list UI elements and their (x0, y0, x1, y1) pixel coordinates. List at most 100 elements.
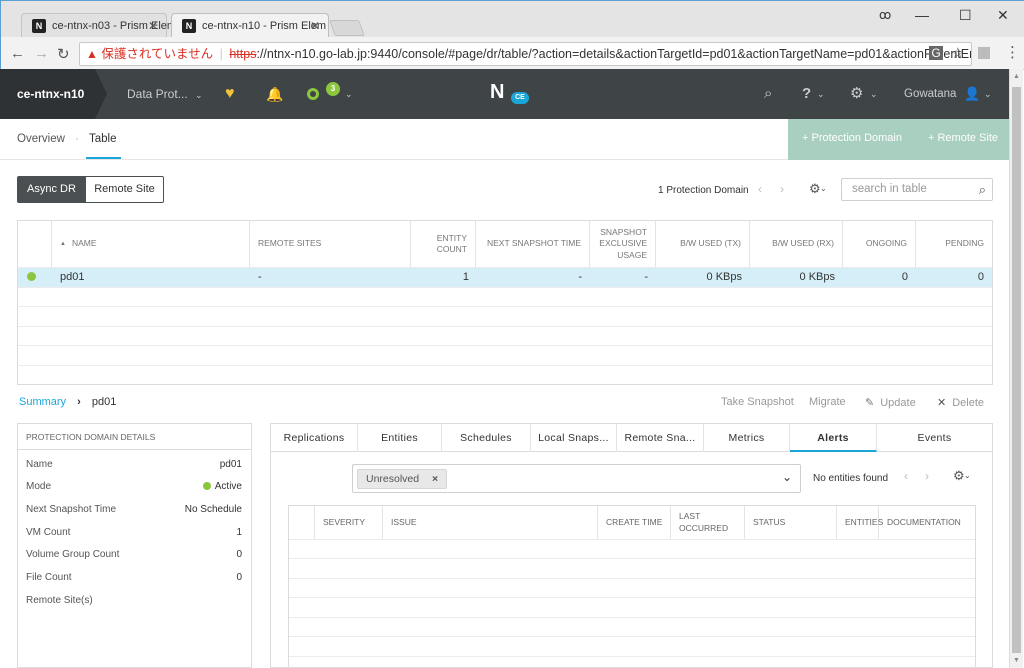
next-page-icon[interactable]: › (925, 469, 929, 483)
translate-icon[interactable]: G (929, 46, 943, 60)
alert-filter-select[interactable]: Unresolved × ⌄ (352, 464, 801, 493)
column-header-documentation[interactable]: DOCUMENTATION (879, 506, 975, 539)
next-page-icon[interactable]: › (780, 182, 784, 196)
security-warning[interactable]: 保護されていません (101, 47, 213, 61)
page-scrollbar[interactable]: ▲ ▼ (1009, 69, 1023, 668)
cell-name[interactable]: pd01 (60, 267, 84, 287)
detail-label: Remote Site(s) (26, 595, 93, 606)
column-header-create-time[interactable]: CREATE TIME (598, 506, 671, 539)
async-dr-toggle[interactable]: Async DR (17, 176, 86, 203)
tab-schedules[interactable]: Schedules (442, 424, 531, 452)
tab-remote-snapshots[interactable]: Remote Sna... (617, 424, 704, 452)
status-dot-icon (27, 272, 36, 281)
filter-chip[interactable]: Unresolved × (357, 469, 448, 489)
window-close-button[interactable]: ✕ (997, 7, 1009, 24)
nutanix-logo-icon[interactable]: N (490, 82, 504, 102)
delete-button[interactable]: ✕ Delete (937, 396, 984, 409)
cell-bw-tx: 0 KBps (706, 271, 742, 283)
main-menu-dropdown[interactable]: Data Prot... ⌄ (127, 69, 203, 120)
add-remote-site-button[interactable]: + Remote Site (928, 132, 998, 144)
browser-tab-n10[interactable]: N ce-ntnx-n10 - Prism Elem ✕ (171, 13, 329, 37)
user-avatar-icon[interactable]: 👤 (964, 69, 980, 119)
logo-badge: CE (511, 92, 529, 104)
forward-arrow-icon[interactable]: → (34, 45, 49, 62)
url-text: ://ntnx-n10.go-lab.jp:9440/console/#page… (256, 47, 972, 61)
column-header-exclusive-usage[interactable]: SNAPSHOT EXCLUSIVE USAGE (590, 221, 656, 267)
table-search-input[interactable]: search in table ⌕ (841, 178, 993, 201)
column-header-entities[interactable]: ENTITIES (837, 506, 883, 539)
maximize-button[interactable]: ☐ (959, 7, 972, 24)
alerts-bell-icon[interactable]: 🔔 (266, 69, 283, 119)
status-dot-icon (202, 482, 211, 490)
cell-exclusive-usage: - (644, 271, 648, 283)
tasks-ring-icon[interactable] (307, 88, 319, 100)
chevron-down-icon[interactable]: ⌄ (964, 471, 971, 480)
extension-icon[interactable] (978, 47, 990, 59)
tab-alerts[interactable]: Alerts (790, 424, 877, 452)
column-header-name[interactable]: ▲ NAME (52, 221, 250, 267)
chevron-down-icon[interactable]: ⌄ (870, 69, 878, 119)
minimize-button[interactable]: — (915, 7, 929, 23)
chevron-down-icon[interactable]: ⌄ (345, 69, 353, 119)
browser-tab-n03[interactable]: N ce-ntnx-n03 - Prism Elem ✕ (21, 13, 176, 38)
cell-ongoing: 0 (901, 271, 908, 283)
add-protection-domain-button[interactable]: + Protection Domain (802, 132, 902, 144)
url-field[interactable]: ▲ 保護されていません | https://ntnx-n10.go-lab.jp… (79, 42, 972, 66)
cell-next-snapshot: - (578, 271, 582, 283)
incognito-icon: ꝏ (879, 8, 892, 22)
tab-table[interactable]: Table (89, 119, 117, 159)
settings-gear-icon[interactable]: ⚙ (850, 69, 863, 119)
chevron-down-icon[interactable]: ⌄ (820, 184, 827, 193)
migrate-button[interactable]: Migrate (809, 396, 846, 408)
tab-overview[interactable]: Overview (17, 119, 65, 159)
breadcrumb-summary-link[interactable]: Summary (19, 396, 66, 408)
column-header-status[interactable]: STATUS (745, 506, 837, 539)
result-count: 1 Protection Domain (658, 185, 749, 196)
reload-icon[interactable]: ↻ (57, 45, 70, 63)
back-arrow-icon[interactable]: ← (10, 45, 25, 62)
health-heart-icon[interactable]: ♥ (225, 69, 235, 119)
column-header-bw-rx[interactable]: B/W USED (RX) (750, 221, 843, 267)
update-button[interactable]: ✎ Update (865, 396, 916, 409)
chevron-down-icon[interactable]: ⌄ (782, 470, 792, 484)
chevron-down-icon[interactable]: ⌄ (984, 69, 992, 119)
bookmark-star-icon[interactable]: ☆ (951, 44, 964, 62)
column-header-last-occurred[interactable]: LAST OCCURRED (671, 506, 745, 539)
column-header-remote-sites[interactable]: REMOTE SITES (250, 221, 411, 267)
cluster-name[interactable]: ce-ntnx-n10 (0, 69, 107, 119)
chevron-down-icon[interactable]: ⌄ (817, 69, 825, 119)
tab-close-icon[interactable]: ✕ (310, 14, 320, 38)
column-header-ongoing[interactable]: ONGOING (843, 221, 916, 267)
table-settings-gear-icon[interactable]: ⚙ (809, 181, 821, 197)
column-header-next-snapshot[interactable]: NEXT SNAPSHOT TIME (476, 221, 590, 267)
column-header-bw-tx[interactable]: B/W USED (TX) (656, 221, 750, 267)
detail-label: Mode (26, 481, 52, 492)
user-name[interactable]: Gowatana (904, 69, 956, 119)
tab-events[interactable]: Events (877, 424, 992, 452)
tab-metrics[interactable]: Metrics (704, 424, 790, 452)
column-header-entity-count[interactable]: ENTITY COUNT (411, 221, 476, 267)
new-tab-button[interactable] (329, 20, 365, 36)
prev-page-icon[interactable]: ‹ (758, 182, 762, 196)
take-snapshot-button[interactable]: Take Snapshot (721, 396, 794, 408)
tab-close-icon[interactable]: ✕ (148, 14, 158, 38)
tab-local-snapshots[interactable]: Local Snaps... (531, 424, 617, 452)
chip-remove-icon[interactable]: × (432, 473, 438, 485)
remote-site-toggle[interactable]: Remote Site (85, 176, 164, 203)
tab-entities[interactable]: Entities (358, 424, 442, 452)
search-icon[interactable]: ⌕ (764, 69, 772, 119)
prev-page-icon[interactable]: ‹ (904, 469, 908, 483)
detail-label: Volume Group Count (26, 549, 120, 560)
column-header-issue[interactable]: ISSUE (383, 506, 598, 539)
detail-label: File Count (26, 572, 72, 583)
help-icon[interactable]: ? (802, 69, 811, 119)
alerts-settings-gear-icon[interactable]: ⚙ (953, 468, 965, 484)
column-header-severity[interactable]: SEVERITY (315, 506, 383, 539)
breadcrumb-current: pd01 (91, 396, 117, 408)
chevron-down-icon: ⌄ (195, 90, 203, 100)
tab-replications[interactable]: Replications (271, 424, 358, 452)
protection-domain-table: ▲ NAME REMOTE SITES ENTITY COUNT NEXT SNA… (17, 220, 993, 385)
tab-strip: N ce-ntnx-n03 - Prism Elem ✕ N ce-ntnx-n… (1, 1, 1024, 37)
column-header-pending[interactable]: PENDING (916, 221, 992, 267)
chrome-menu-icon[interactable]: ⋮ (1005, 43, 1020, 61)
